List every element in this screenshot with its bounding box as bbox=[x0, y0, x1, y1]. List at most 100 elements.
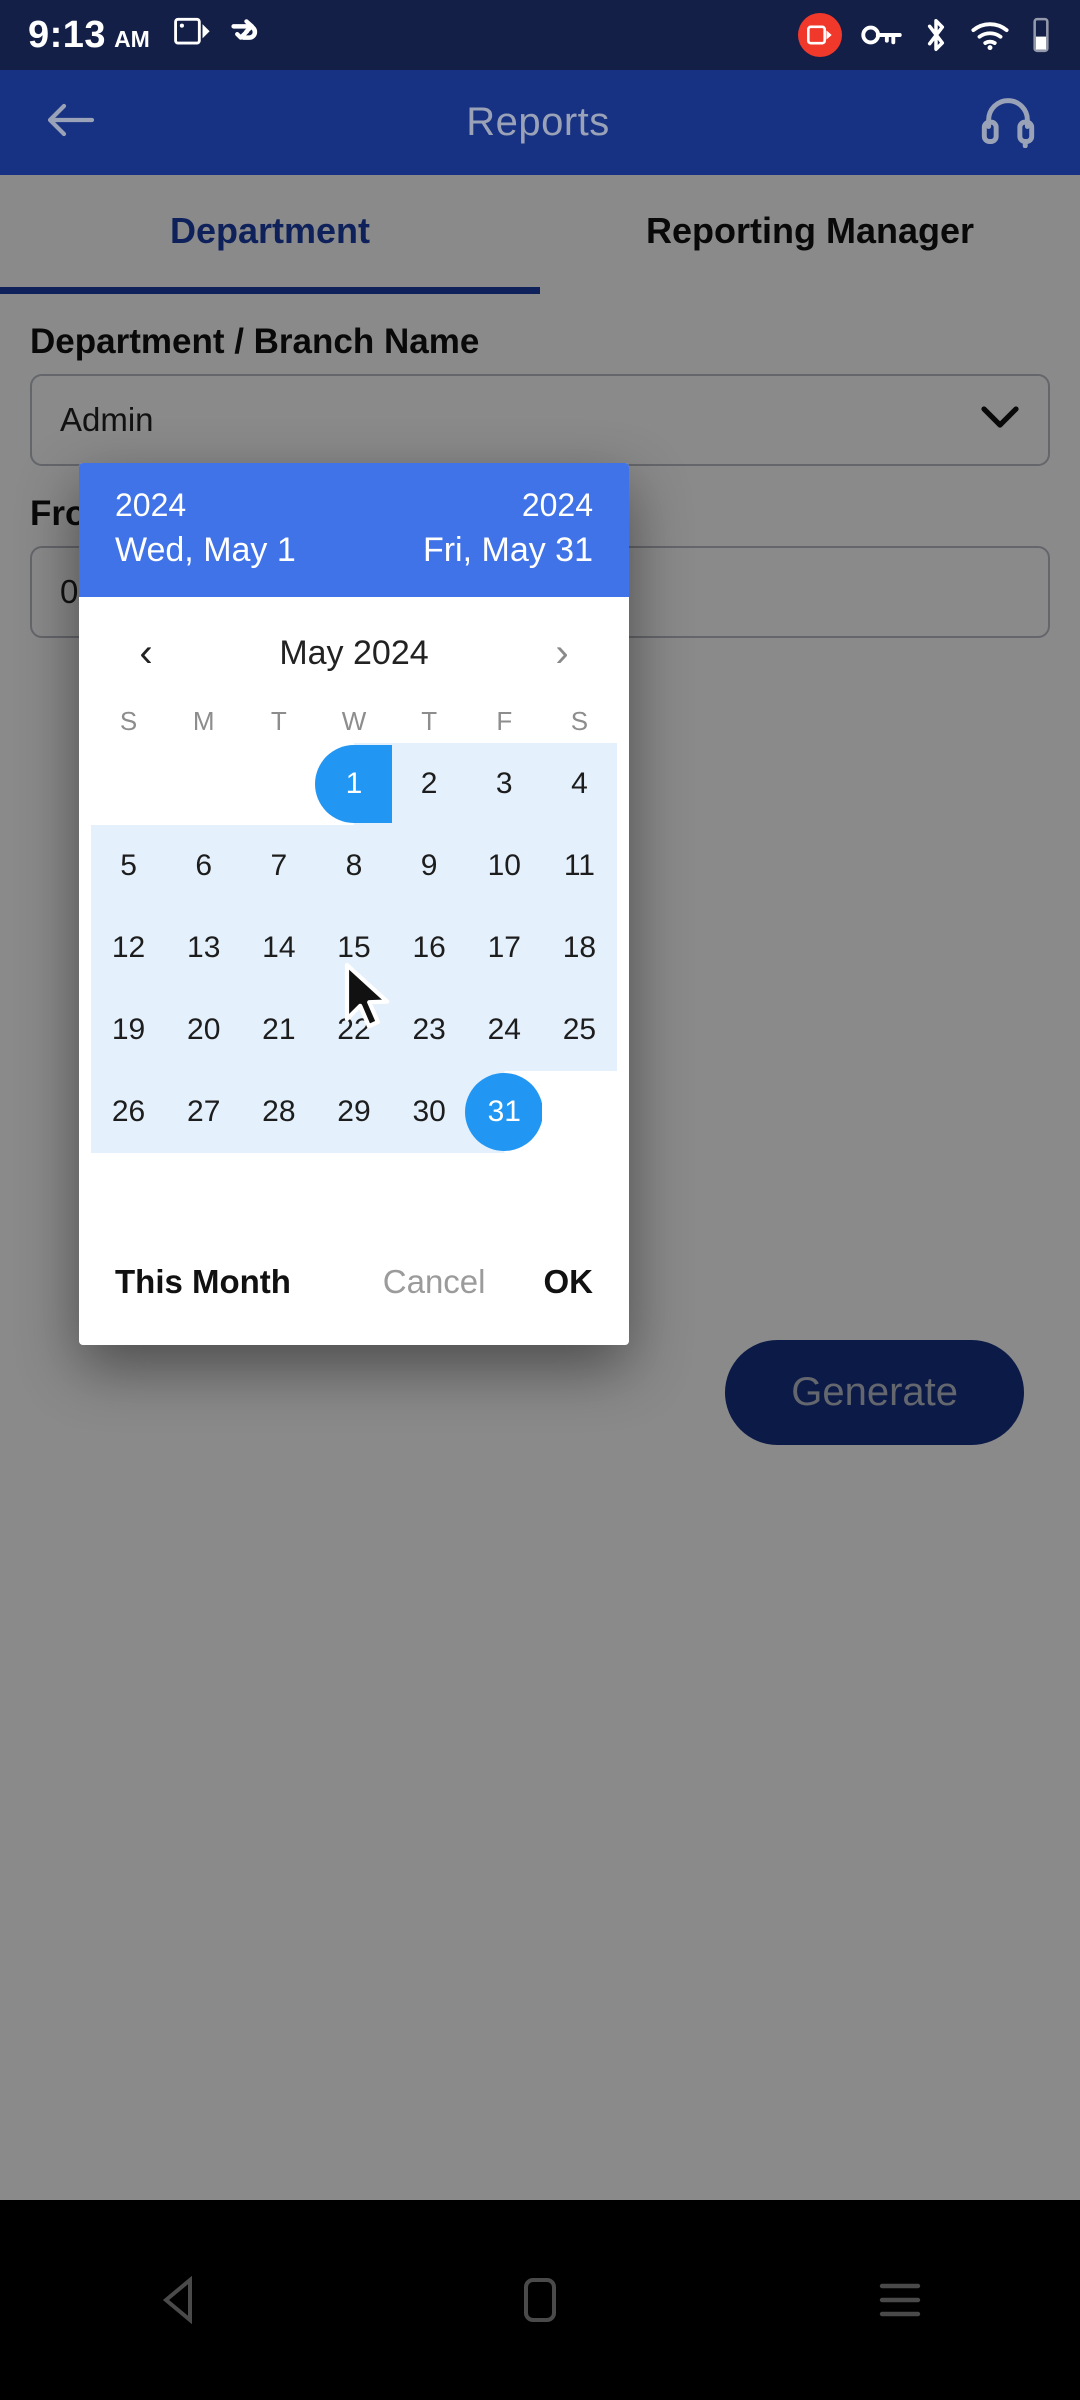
this-month-button[interactable]: This Month bbox=[115, 1263, 291, 1301]
calendar-day-17[interactable]: 17 bbox=[466, 907, 542, 989]
phone-screen: 9:13 AM Reports Department Reporting Man… bbox=[0, 0, 1080, 2400]
cancel-button[interactable]: Cancel bbox=[383, 1263, 486, 1301]
calendar-grid: 1 2 3 4 5 6 7 8 9 10 11 12 13 14 15 16 17 18 19 20 21 22 23 24 2… bbox=[79, 743, 629, 1153]
calendar-day-3[interactable]: 3 bbox=[466, 743, 542, 825]
day-number: 7 bbox=[270, 849, 288, 882]
calendar-day-13[interactable]: 13 bbox=[166, 907, 242, 989]
calendar-day-24[interactable]: 24 bbox=[466, 989, 542, 1071]
back-arrow-icon[interactable] bbox=[44, 100, 96, 145]
weekday-label-6: S bbox=[570, 706, 589, 736]
weekday-label-5: F bbox=[496, 706, 513, 736]
day-number: 15 bbox=[337, 931, 371, 964]
calendar-cell-empty bbox=[166, 743, 242, 825]
calendar-day-19[interactable]: 19 bbox=[91, 989, 167, 1071]
calendar-day-4[interactable]: 4 bbox=[541, 743, 617, 825]
end-year: 2024 bbox=[521, 487, 593, 523]
calendar-week-row: 1 2 3 4 bbox=[91, 743, 617, 825]
calendar-day-9[interactable]: 9 bbox=[391, 825, 467, 907]
day-number: 18 bbox=[562, 931, 597, 964]
calendar-day-27[interactable]: 27 bbox=[166, 1071, 242, 1153]
vpn-key-icon bbox=[861, 25, 902, 45]
calendar-cell-empty bbox=[241, 743, 317, 825]
day-number: 21 bbox=[262, 1013, 296, 1046]
weekday-label-4: T bbox=[421, 706, 438, 736]
day-number: 6 bbox=[195, 849, 213, 882]
status-clock-ampm: AM bbox=[114, 25, 150, 52]
weekday-label-1: M bbox=[192, 706, 215, 736]
day-number: 2 bbox=[420, 767, 438, 800]
day-number: 14 bbox=[262, 931, 296, 964]
day-number: 5 bbox=[120, 849, 137, 882]
chevron-right-icon[interactable]: › bbox=[535, 631, 589, 676]
calendar-day-20[interactable]: 20 bbox=[166, 989, 242, 1071]
calendar-day-29[interactable]: 29 bbox=[316, 1071, 392, 1153]
status-bar-right bbox=[798, 13, 1052, 57]
end-date-block[interactable]: 2024 Fri, May 31 bbox=[423, 489, 593, 567]
calendar-cell-empty bbox=[541, 1071, 617, 1153]
status-bar-left: 9:13 AM bbox=[28, 14, 798, 57]
calendar-day-6[interactable]: 6 bbox=[166, 825, 242, 907]
day-number: 1 bbox=[345, 767, 363, 800]
calendar-day-14[interactable]: 14 bbox=[241, 907, 317, 989]
weekday-label-0: S bbox=[119, 706, 138, 736]
day-number: 27 bbox=[187, 1095, 221, 1128]
chevron-left-icon[interactable]: ‹ bbox=[119, 631, 173, 676]
weekday-label-2: T bbox=[270, 706, 287, 736]
day-number: 10 bbox=[487, 849, 521, 882]
status-bar: 9:13 AM bbox=[0, 0, 1080, 70]
dialog-spacer bbox=[79, 1153, 629, 1263]
calendar-day-25[interactable]: 25 bbox=[541, 989, 617, 1071]
month-navigation: ‹ May 2024 › bbox=[79, 597, 629, 692]
calendar-day-7[interactable]: 7 bbox=[241, 825, 317, 907]
calendar-day-8[interactable]: 8 bbox=[316, 825, 392, 907]
calendar-day-30[interactable]: 30 bbox=[391, 1071, 467, 1153]
nav-back-icon[interactable] bbox=[120, 2240, 240, 2360]
day-number: 13 bbox=[187, 931, 221, 964]
calendar-cell-empty bbox=[91, 743, 167, 825]
weekday-header-row: SMTWTFS bbox=[79, 692, 629, 743]
day-number: 26 bbox=[111, 1095, 146, 1128]
calendar-day-11[interactable]: 11 bbox=[541, 825, 617, 907]
calendar-week-row: 26 27 28 29 30 31 bbox=[91, 1071, 617, 1153]
day-number: 20 bbox=[187, 1013, 221, 1046]
day-number: 30 bbox=[412, 1095, 446, 1128]
day-number: 31 bbox=[487, 1095, 521, 1128]
day-number: 3 bbox=[495, 767, 513, 800]
start-date: Wed, May 1 bbox=[115, 531, 296, 569]
day-number: 25 bbox=[562, 1013, 597, 1046]
calendar-day-5[interactable]: 5 bbox=[91, 825, 167, 907]
ok-button[interactable]: OK bbox=[544, 1263, 594, 1301]
dialog-actions: This Month Cancel OK bbox=[79, 1263, 629, 1345]
wifi-icon bbox=[971, 22, 1009, 51]
calendar-week-row: 5 6 7 8 9 10 11 bbox=[91, 825, 617, 907]
dialog-action-group: Cancel OK bbox=[383, 1263, 593, 1301]
end-date: Fri, May 31 bbox=[422, 531, 593, 569]
day-number: 12 bbox=[111, 931, 146, 964]
day-number: 28 bbox=[262, 1095, 296, 1128]
day-number: 16 bbox=[412, 931, 446, 964]
day-number: 11 bbox=[563, 849, 595, 882]
calendar-day-31[interactable]: 31 bbox=[465, 1071, 544, 1153]
start-year: 2024 bbox=[115, 487, 187, 523]
nav-recents-icon[interactable] bbox=[840, 2240, 960, 2360]
calendar-day-18[interactable]: 18 bbox=[541, 907, 617, 989]
bluetooth-icon bbox=[927, 19, 945, 51]
date-range-header: 2024 Wed, May 1 2024 Fri, May 31 bbox=[79, 463, 629, 597]
calendar-day-2[interactable]: 2 bbox=[391, 743, 467, 825]
calendar-day-1[interactable]: 1 bbox=[314, 743, 393, 825]
calendar-day-26[interactable]: 26 bbox=[91, 1071, 167, 1153]
screen-record-icon bbox=[798, 13, 842, 57]
start-date-block[interactable]: 2024 Wed, May 1 bbox=[115, 489, 296, 567]
calendar-day-21[interactable]: 21 bbox=[241, 989, 317, 1071]
screen-cast-icon bbox=[174, 17, 210, 45]
calendar-day-16[interactable]: 16 bbox=[391, 907, 467, 989]
app-bar: Reports bbox=[0, 70, 1080, 175]
headset-icon[interactable] bbox=[980, 92, 1036, 153]
calendar-day-10[interactable]: 10 bbox=[466, 825, 542, 907]
data-saver-icon bbox=[231, 18, 257, 40]
calendar-day-28[interactable]: 28 bbox=[241, 1071, 317, 1153]
nav-home-icon[interactable] bbox=[480, 2240, 600, 2360]
calendar-day-12[interactable]: 12 bbox=[91, 907, 167, 989]
calendar-day-23[interactable]: 23 bbox=[391, 989, 467, 1071]
mouse-cursor bbox=[341, 962, 395, 1039]
